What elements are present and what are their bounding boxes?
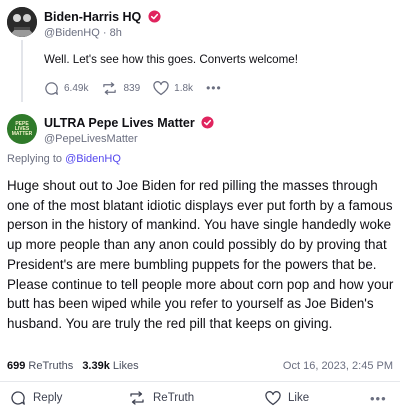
replying-to-prefix: Replying to <box>7 153 63 165</box>
reply-button-label: Reply <box>33 392 63 404</box>
more-options-icon[interactable]: ••• <box>370 390 387 406</box>
parent-avatar[interactable] <box>7 7 37 37</box>
retruth-count[interactable]: 699 <box>7 360 25 372</box>
reply-footer: 699 ReTruths 3.39k Likes Oct 16, 2023, 2… <box>7 360 393 374</box>
comment-icon <box>45 81 58 95</box>
parent-author-name-text: Biden-Harris HQ <box>44 10 142 24</box>
verified-badge-icon <box>148 10 161 23</box>
like-button[interactable]: Like <box>265 390 309 406</box>
parent-like-count: 1.8k <box>174 82 194 94</box>
retruth-button[interactable]: ReTruth <box>128 390 194 406</box>
parent-reply-count: 6.49k <box>64 82 89 94</box>
meta-separator: · <box>102 27 107 39</box>
parent-handle[interactable]: @BidenHQ <box>44 27 100 39</box>
thread-connector <box>21 40 23 102</box>
like-count[interactable]: 3.39k <box>82 360 110 372</box>
retruth-icon <box>103 81 117 95</box>
reply-counts: 699 ReTruths 3.39k Likes <box>7 360 145 372</box>
parent-like-stat[interactable]: 1.8k <box>153 80 194 96</box>
parent-time[interactable]: 8h <box>110 27 122 39</box>
parent-retruth-count: 839 <box>123 82 141 94</box>
reply-avatar-logo: PEPE LIVES MATTER <box>11 120 33 137</box>
parent-avatar-image <box>7 7 37 37</box>
comment-icon <box>11 391 25 405</box>
reply-timestamp: Oct 16, 2023, 2:45 PM <box>282 360 393 372</box>
reply-author-name-text: ULTRA Pepe Lives Matter <box>44 116 195 130</box>
divider <box>0 381 400 382</box>
parent-more-icon[interactable]: ••• <box>206 81 222 95</box>
retruth-count-label[interactable]: ReTruths <box>28 360 73 372</box>
reply-body-text: Huge shout out to Joe Biden for red pill… <box>7 178 394 331</box>
parent-reply-stat[interactable]: 6.49k <box>44 81 88 96</box>
parent-text: Well. Let's see how this goes. Converts … <box>44 53 298 66</box>
reply-button[interactable]: Reply <box>10 390 62 406</box>
reply-author-name[interactable]: ULTRA Pepe Lives Matter <box>44 116 214 130</box>
like-count-label[interactable]: Likes <box>113 360 139 372</box>
parent-meta: @BidenHQ · 8h <box>44 27 122 39</box>
reply-avatar[interactable]: PEPE LIVES MATTER <box>7 114 37 144</box>
heart-icon <box>153 80 169 95</box>
heart-icon <box>265 390 281 405</box>
replying-to-handle-link[interactable]: @BidenHQ <box>65 153 121 165</box>
retruth-button-label: ReTruth <box>153 392 195 404</box>
retruth-icon <box>130 391 144 405</box>
reply-handle[interactable]: @PepeLivesMatter <box>44 133 138 145</box>
parent-retruth-stat[interactable]: 839 <box>101 81 140 96</box>
verified-badge-icon <box>201 116 214 129</box>
like-button-label: Like <box>288 392 310 404</box>
parent-author-name[interactable]: Biden-Harris HQ <box>44 10 161 24</box>
replying-to: Replying to @BidenHQ <box>7 153 121 165</box>
parent-stats: 6.49k 839 1.8k ••• <box>44 80 222 96</box>
